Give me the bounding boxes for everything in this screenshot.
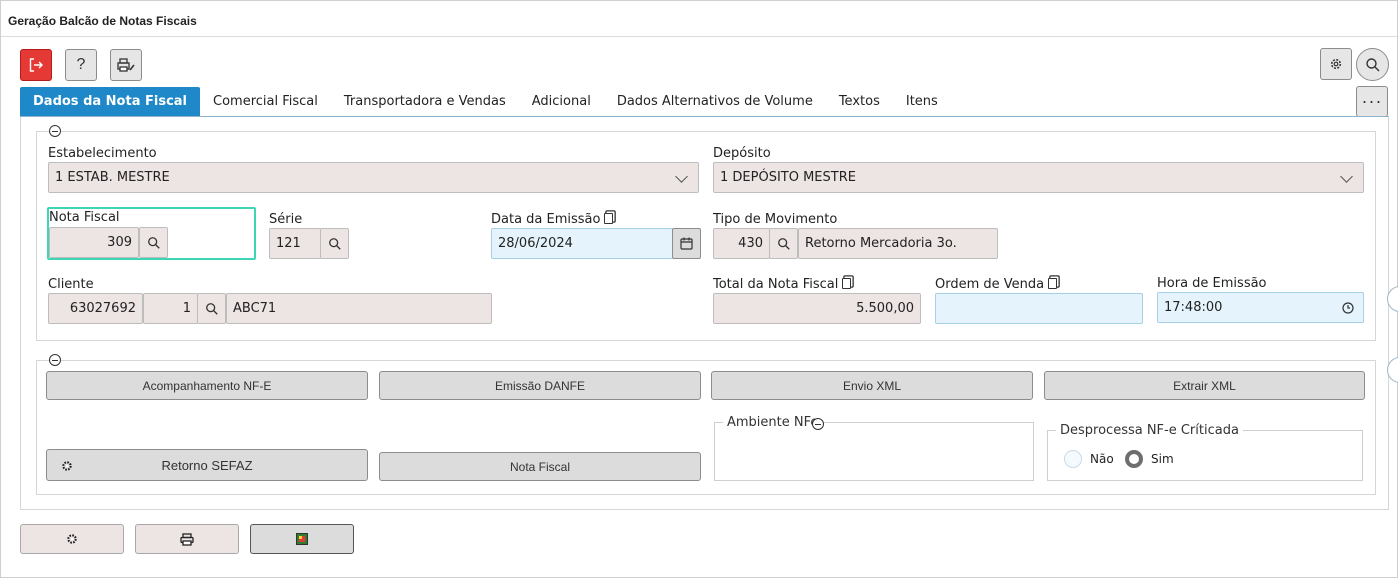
tab-bar: Dados da Nota Fiscal Comercial Fiscal Tr… [20, 87, 951, 117]
date-picker-button[interactable] [672, 228, 701, 259]
radio-nao[interactable] [1064, 450, 1082, 468]
tab-dados-alternativos-volume[interactable]: Dados Alternativos de Volume [604, 87, 826, 116]
chevron-down-icon [675, 170, 688, 183]
ambiente-nfe-legend-text: Ambiente NFe [727, 415, 819, 430]
cliente-search-button[interactable] [197, 293, 226, 324]
tab-adicional[interactable]: Adicional [519, 87, 604, 116]
hora-emissao-value: 17:48:00 [1164, 300, 1223, 315]
hora-emissao-input[interactable]: 17:48:00 [1157, 292, 1364, 323]
search-icon [328, 237, 341, 250]
serie-label: Série [269, 212, 303, 227]
radio-nao-label: Não [1090, 452, 1114, 466]
printer-icon [180, 532, 194, 546]
exit-icon [29, 58, 43, 72]
deposito-select[interactable]: 1 DEPÓSITO MESTRE [713, 162, 1364, 193]
search-icon [147, 236, 160, 249]
retorno-sefaz-button[interactable]: Retorno SEFAZ [46, 449, 368, 481]
collapse-icon[interactable] [49, 125, 61, 137]
total-nf-label: Total da Nota Fiscal [713, 277, 852, 292]
emissao-danfe-button[interactable]: Emissão DANFE [379, 371, 701, 400]
deposito-label: Depósito [713, 146, 771, 161]
clock-icon[interactable] [1342, 302, 1354, 314]
more-options-button[interactable]: ··· [1356, 86, 1388, 117]
footer-export-button[interactable] [250, 524, 354, 554]
gear-icon [1330, 58, 1342, 70]
acompanhamento-nfe-button[interactable]: Acompanhamento NF-E [46, 371, 368, 400]
tipo-movimento-description: Retorno Mercadoria 3o. [798, 228, 998, 259]
search-icon [1365, 57, 1379, 71]
footer-print-button[interactable] [135, 524, 239, 554]
nota-fiscal-label: Nota Fiscal [49, 210, 120, 225]
total-nf-label-text: Total da Nota Fiscal [713, 277, 839, 292]
tab-itens[interactable]: Itens [893, 87, 951, 116]
extrair-xml-button[interactable]: Extrair XML [1044, 371, 1365, 400]
serie-input[interactable]: 121 [269, 228, 321, 259]
tab-transportadora-vendas[interactable]: Transportadora e Vendas [331, 87, 519, 116]
ordem-venda-label: Ordem de Venda [935, 277, 1058, 292]
tipo-movimento-code-input[interactable]: 430 [713, 228, 770, 259]
ordem-venda-label-text: Ordem de Venda [935, 277, 1045, 292]
nota-fiscal-input[interactable]: 309 [49, 227, 139, 258]
cliente-seq-input[interactable]: 1 [143, 293, 198, 324]
copy-icon[interactable] [842, 278, 852, 289]
tipo-movimento-label: Tipo de Movimento [713, 212, 838, 227]
ambiente-nfe-fieldset [714, 422, 1034, 481]
ambiente-nfe-legend: Ambiente NFe [723, 415, 823, 430]
tab-dados-nota-fiscal[interactable]: Dados da Nota Fiscal [20, 87, 201, 116]
tab-comercial-fiscal[interactable]: Comercial Fiscal [200, 87, 331, 116]
printer-wrench-icon [117, 58, 135, 72]
print-tools-button[interactable] [110, 49, 142, 81]
desprocessa-legend: Desprocessa NF-e Críticada [1056, 423, 1243, 438]
gear-icon [67, 534, 77, 544]
data-emissao-label-text: Data da Emissão [491, 212, 601, 227]
search-icon [777, 237, 790, 250]
main-window: Geração Balcão de Notas Fiscais ? ··· Da… [0, 0, 1398, 578]
estabelecimento-select[interactable]: 1 ESTAB. MESTRE [48, 162, 699, 193]
radio-sim-label: Sim [1151, 452, 1174, 466]
hora-emissao-label: Hora de Emissão [1157, 276, 1267, 291]
cliente-code-input[interactable]: 63027692 [48, 293, 143, 324]
tipo-movimento-search-button[interactable] [769, 228, 798, 259]
radio-sim[interactable] [1125, 450, 1143, 468]
estabelecimento-label: Estabelecimento [48, 146, 157, 161]
gear-icon [62, 461, 72, 471]
ordem-venda-input[interactable] [935, 293, 1143, 324]
chevron-down-icon [1340, 170, 1353, 183]
data-emissao-input[interactable]: 28/06/2024 [491, 228, 673, 259]
collapse-icon[interactable] [812, 418, 824, 430]
title-divider [1, 36, 1397, 37]
copy-icon[interactable] [604, 213, 614, 224]
serie-search-button[interactable] [320, 228, 349, 259]
nota-fiscal-search-button[interactable] [139, 227, 168, 258]
estabelecimento-value: 1 ESTAB. MESTRE [55, 170, 170, 185]
retorno-sefaz-label: Retorno SEFAZ [161, 457, 253, 473]
total-nf-value: 5.500,00 [713, 293, 921, 324]
cliente-name: ABC71 [226, 293, 492, 324]
calendar-icon [680, 237, 693, 250]
export-icon [296, 533, 308, 545]
exit-button[interactable] [20, 49, 52, 81]
search-icon [205, 302, 218, 315]
collapse-icon[interactable] [49, 354, 61, 366]
global-search-button[interactable] [1356, 48, 1389, 81]
deposito-value: 1 DEPÓSITO MESTRE [720, 170, 856, 185]
nota-fiscal-button[interactable]: Nota Fiscal [379, 452, 701, 481]
window-title: Geração Balcão de Notas Fiscais [8, 14, 197, 28]
cliente-label: Cliente [48, 277, 94, 292]
footer-settings-button[interactable] [20, 524, 124, 554]
data-emissao-label: Data da Emissão [491, 212, 614, 227]
settings-button[interactable] [1320, 48, 1352, 80]
tab-textos[interactable]: Textos [826, 87, 893, 116]
copy-icon[interactable] [1048, 278, 1058, 289]
envio-xml-button[interactable]: Envio XML [711, 371, 1033, 400]
help-button[interactable]: ? [65, 49, 97, 81]
